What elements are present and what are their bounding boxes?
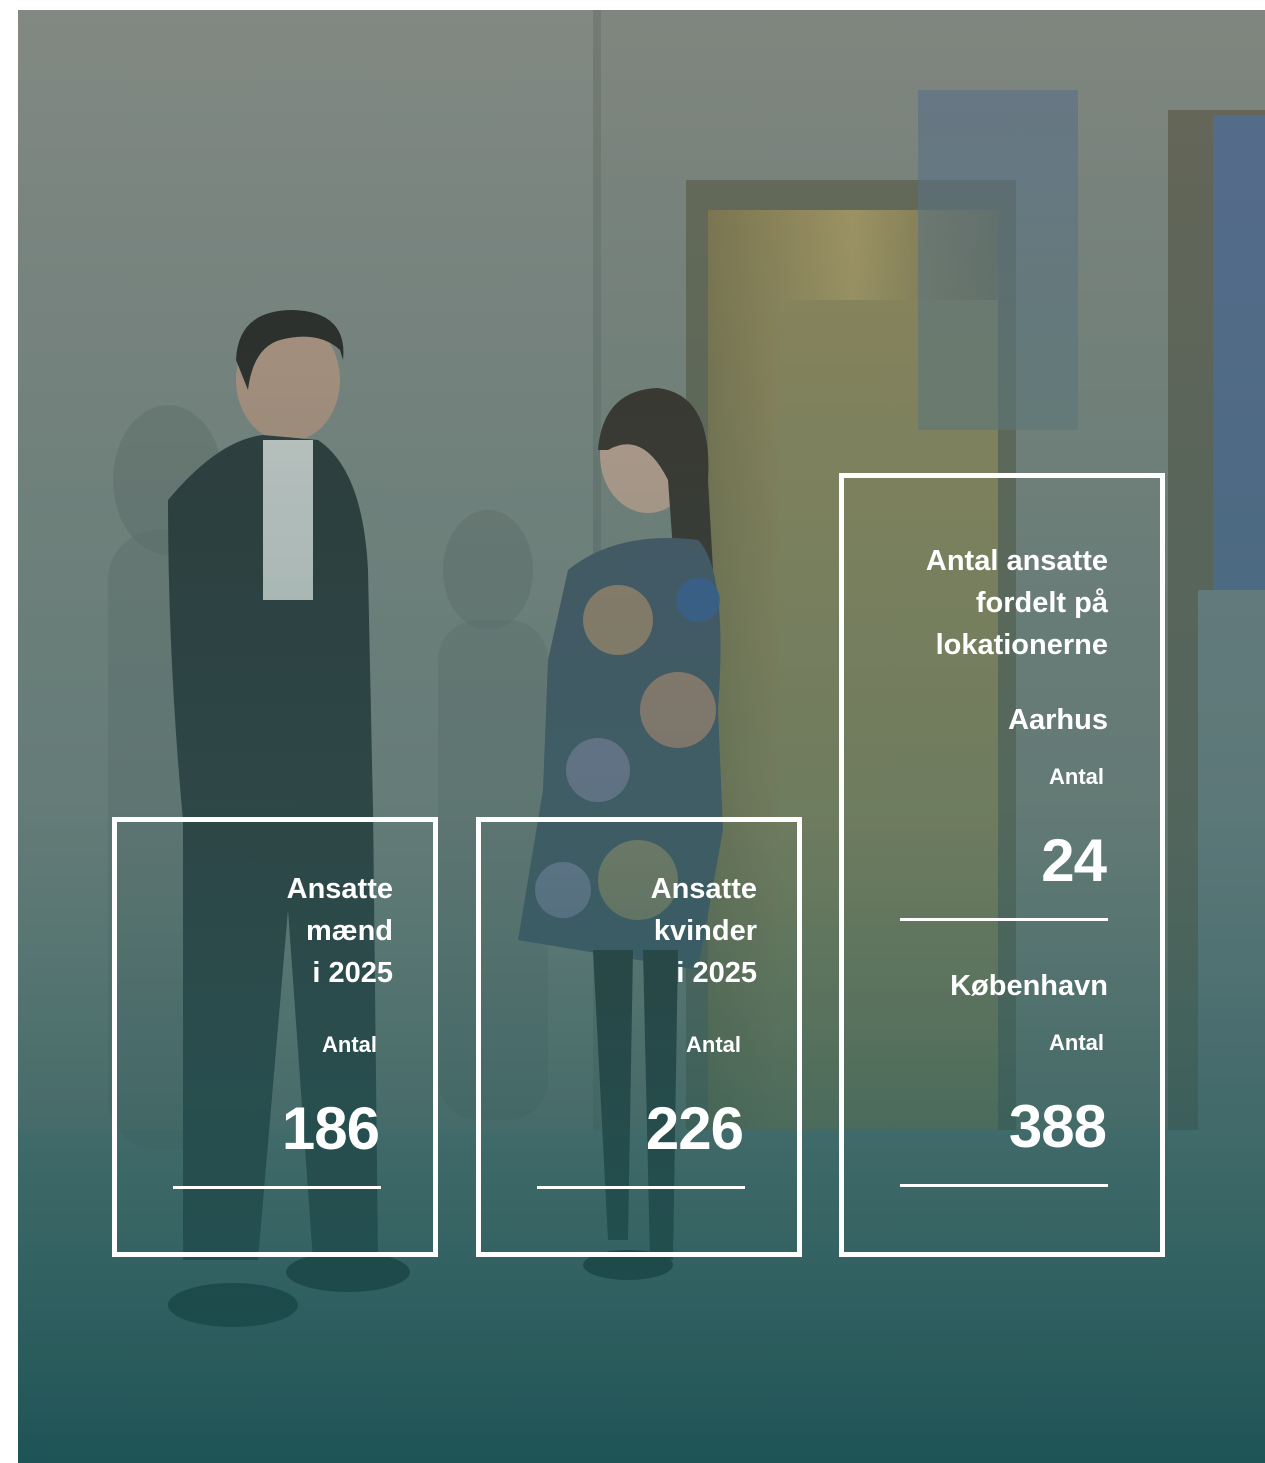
stat-rule-women <box>537 1186 745 1189</box>
stat-rule-men <box>173 1186 381 1189</box>
stat-sub-men: Antal <box>322 1032 377 1057</box>
stat-box-men: Ansatte mænd i 2025 Antal 186 <box>112 817 438 1257</box>
locations-title: Antal ansatte fordelt på lokationerne <box>925 545 1108 661</box>
location-sub-aarhus: Antal <box>1049 764 1104 789</box>
stat-title-women: Ansatte kvinder i 2025 <box>650 873 757 989</box>
location-rule-aarhus <box>900 918 1108 921</box>
stat-value-women: 226 <box>645 1095 744 1162</box>
location-sub-kobenhavn: Antal <box>1049 1030 1104 1055</box>
stat-box-locations: Antal ansatte fordelt på lokationerne Aa… <box>839 473 1165 1257</box>
stat-value-men: 186 <box>281 1095 380 1162</box>
stat-box-women: Ansatte kvinder i 2025 Antal 226 <box>476 817 802 1257</box>
location-value-kobenhavn: 388 <box>1008 1093 1107 1160</box>
stat-sub-women: Antal <box>686 1032 741 1057</box>
location-name-kobenhavn: København <box>950 970 1108 1002</box>
location-name-aarhus: Aarhus <box>1008 704 1108 736</box>
stat-title-men: Ansatte mænd i 2025 <box>286 873 393 989</box>
location-value-aarhus: 24 <box>1041 827 1107 894</box>
location-rule-kobenhavn <box>900 1184 1108 1187</box>
